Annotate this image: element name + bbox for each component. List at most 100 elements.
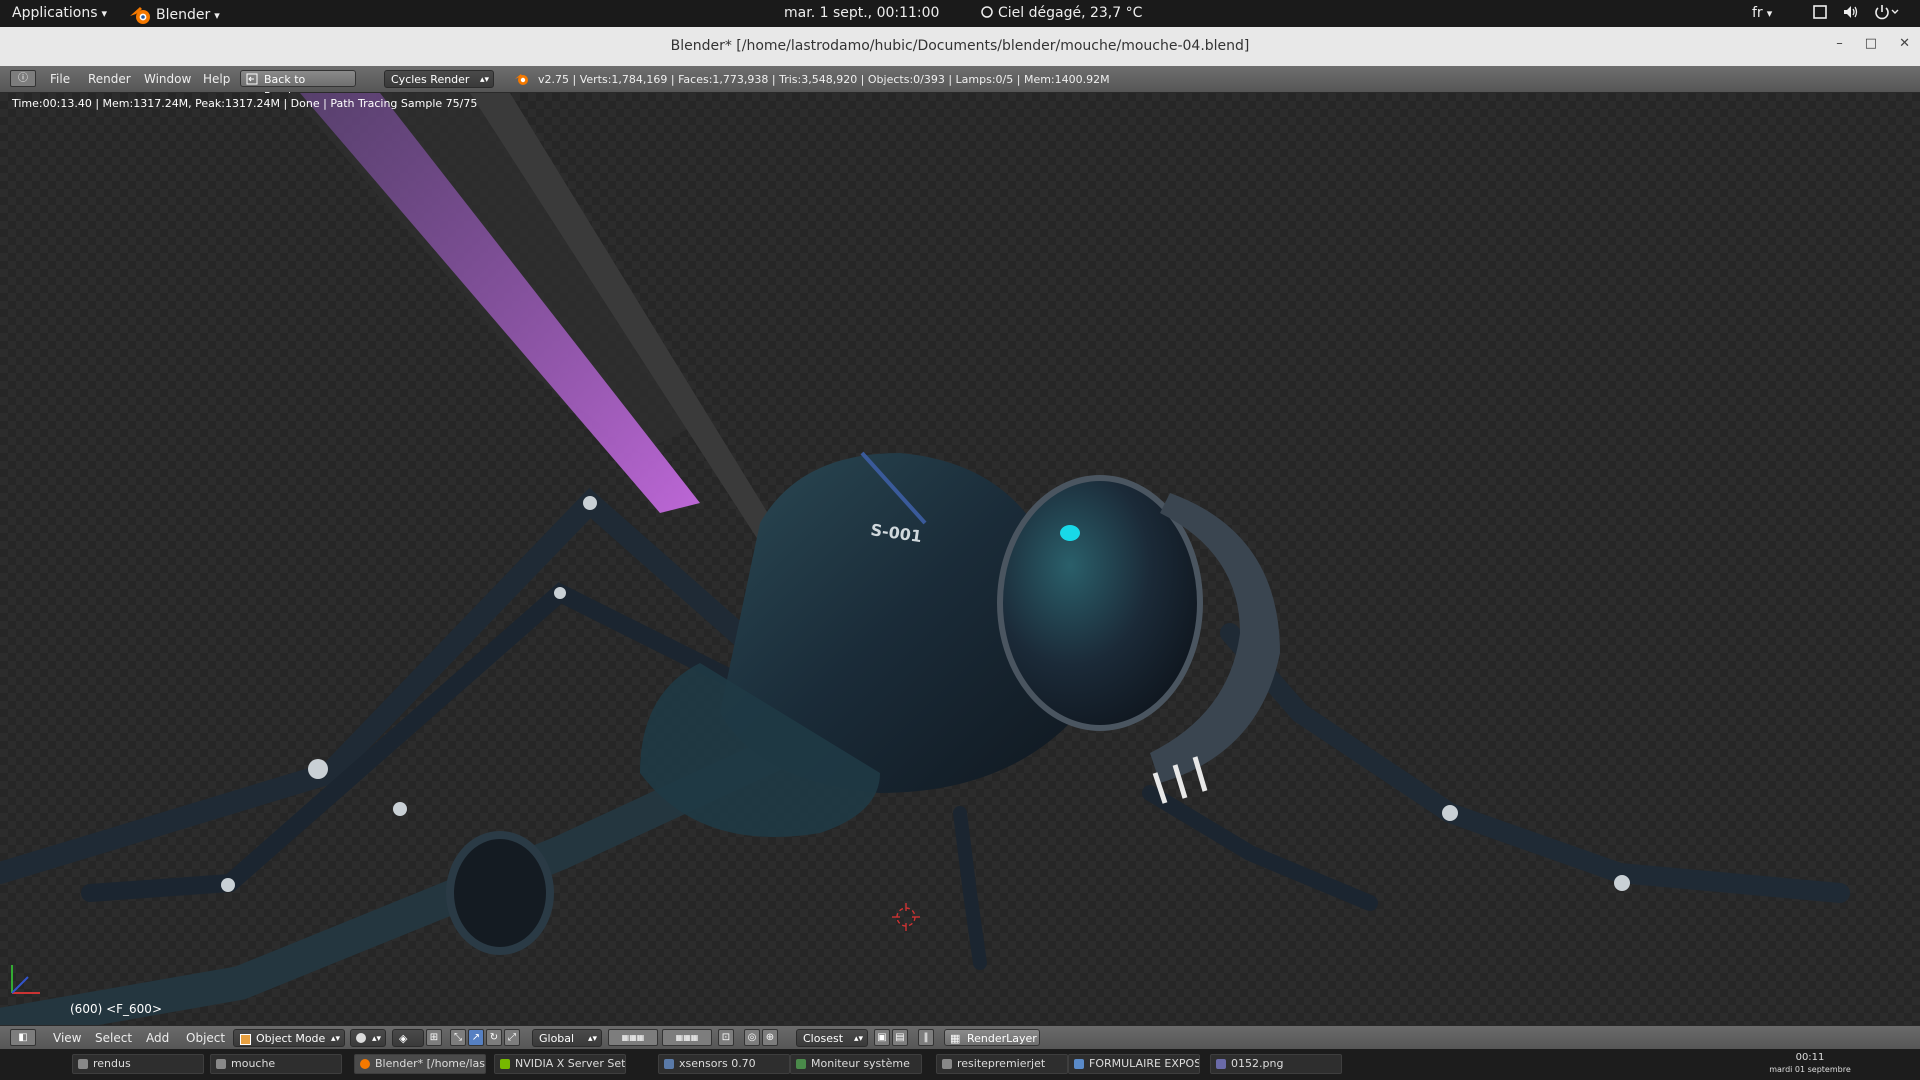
system-monitor-icon xyxy=(796,1059,806,1069)
taskbar-clock[interactable]: 00:11 mardi 01 septembre xyxy=(1760,1052,1860,1076)
task-label: mouche xyxy=(231,1057,276,1070)
task-resitepremierjet[interactable]: resitepremierjet xyxy=(936,1054,1068,1074)
folder-icon xyxy=(216,1059,226,1069)
3d-viewport[interactable]: S-001 Time:00:13.40 | Mem:1317.24M, Peak… xyxy=(0,93,1920,1025)
task-label: xsensors 0.70 xyxy=(679,1057,756,1070)
menu-window[interactable]: Window xyxy=(144,72,191,86)
document-icon xyxy=(1074,1059,1084,1069)
weather-indicator[interactable]: Ciel dégagé, 23,7 °C xyxy=(980,5,1142,21)
editor-type-icon[interactable]: ⓘ xyxy=(10,70,36,87)
task-label: NVIDIA X Server Sett... xyxy=(515,1057,626,1070)
translate-manipulator-icon[interactable]: ↗ xyxy=(468,1029,484,1046)
render-engine-label: Cycles Render xyxy=(391,73,470,86)
lock-layers-icon[interactable]: ⊡ xyxy=(718,1029,734,1046)
object-mode-select[interactable]: Object Mode ▴▾ xyxy=(233,1029,345,1047)
viewport-shading-select[interactable]: ▴▾ xyxy=(350,1029,386,1047)
updown-arrow-icon: ▴▾ xyxy=(371,1034,381,1044)
task-system-monitor[interactable]: Moniteur système xyxy=(790,1054,922,1074)
render-engine-select[interactable]: Cycles Render ▴▾ xyxy=(384,70,494,88)
window-controls: – □ ✕ xyxy=(1836,36,1910,51)
shading-sphere-icon xyxy=(356,1033,366,1043)
wheel xyxy=(446,831,554,955)
applications-menu[interactable]: Applications xyxy=(12,5,107,21)
task-rendus[interactable]: rendus xyxy=(72,1054,204,1074)
scene-statistics: v2.75 | Verts:1,784,169 | Faces:1,773,93… xyxy=(538,73,1110,86)
minimize-button[interactable]: – xyxy=(1836,36,1843,51)
layers-grid-icon[interactable]: ▦▦▦ xyxy=(662,1029,712,1046)
updown-arrow-icon: ▴▾ xyxy=(330,1034,340,1044)
file-manager-icon xyxy=(942,1059,952,1069)
3d-cursor-icon[interactable] xyxy=(892,903,920,931)
proportional-edit-icon[interactable]: ◎ xyxy=(744,1029,760,1046)
close-button[interactable]: ✕ xyxy=(1899,36,1910,51)
taskbar: rendus mouche Blender* [/home/las... NVI… xyxy=(0,1049,1920,1080)
keyboard-layout-menu[interactable]: fr xyxy=(1752,5,1772,21)
weather-label: Ciel dégagé, 23,7 °C xyxy=(998,5,1143,21)
render-layer-icon: ▦ xyxy=(950,1032,961,1045)
system-tray xyxy=(1812,4,1902,20)
weather-icon xyxy=(981,6,993,18)
window-icon[interactable] xyxy=(1812,4,1828,20)
snap-target-select[interactable]: Closest ▴▾ xyxy=(796,1029,868,1047)
task-image-viewer[interactable]: 0152.png xyxy=(1210,1054,1342,1074)
blender-logo-icon xyxy=(515,74,528,85)
menu-select[interactable]: Select xyxy=(95,1031,132,1045)
orientation-label: Global xyxy=(539,1032,575,1045)
menu-help[interactable]: Help xyxy=(203,72,230,86)
3d-view-header: ◧ View Select Add Object Object Mode ▴▾ ▴… xyxy=(0,1025,1920,1050)
task-label: Blender* [/home/las... xyxy=(375,1057,486,1070)
task-label: resitepremierjet xyxy=(957,1057,1046,1070)
window-title-bar[interactable]: Blender* [/home/lastrodamo/hubic/Documen… xyxy=(0,27,1920,67)
axis-gizmo-icon xyxy=(11,965,40,994)
render-status-text: Time:00:13.40 | Mem:1317.24M, Peak:1317.… xyxy=(12,97,478,110)
back-to-previous-button[interactable]: Back to Previous xyxy=(240,70,356,103)
maximize-button[interactable]: □ xyxy=(1865,36,1877,51)
snap-label: Closest xyxy=(803,1032,844,1045)
updown-arrow-icon: ▴▾ xyxy=(479,75,489,85)
menu-render[interactable]: Render xyxy=(88,72,131,86)
pause-render-icon[interactable]: ‖ xyxy=(918,1029,934,1046)
scale-manipulator-icon[interactable]: ⤢ xyxy=(504,1029,520,1046)
task-label: FORMULAIRE EXPOS... xyxy=(1089,1057,1200,1070)
xsensors-icon xyxy=(664,1059,674,1069)
blender-logo-icon xyxy=(130,7,150,24)
menu-add[interactable]: Add xyxy=(146,1031,169,1045)
task-mouche[interactable]: mouche xyxy=(210,1054,342,1074)
eye-highlight xyxy=(1060,525,1080,541)
snap-toggle-icon[interactable]: ⊕ xyxy=(762,1029,778,1046)
volume-icon[interactable] xyxy=(1842,4,1860,20)
task-label: 0152.png xyxy=(1231,1057,1284,1070)
menu-object[interactable]: Object xyxy=(186,1031,225,1045)
editor-type-icon[interactable]: ◧ xyxy=(10,1029,36,1046)
menu-file[interactable]: File xyxy=(50,72,70,86)
cube-icon xyxy=(240,1034,251,1045)
datetime-display[interactable]: mar. 1 sept., 00:11:00 xyxy=(784,5,939,21)
opengl-render-icon[interactable]: ▣ xyxy=(874,1029,890,1046)
updown-arrow-icon: ▴▾ xyxy=(853,1034,863,1044)
opengl-animation-icon[interactable]: ▤ xyxy=(892,1029,908,1046)
folder-icon xyxy=(78,1059,88,1069)
image-icon xyxy=(1216,1059,1226,1069)
transform-orientation-select[interactable]: Global ▴▾ xyxy=(532,1029,602,1047)
frame-info: (600) <F_600> xyxy=(70,1002,162,1016)
render-layer-button[interactable]: ▦ RenderLayer xyxy=(944,1029,1040,1046)
system-top-bar: Applications Blender mar. 1 sept., 00:11… xyxy=(0,0,1920,27)
menu-view[interactable]: View xyxy=(53,1031,81,1045)
nvidia-icon xyxy=(500,1059,510,1069)
app-menu-label: Blender xyxy=(156,7,220,23)
wing xyxy=(290,93,780,543)
task-xsensors[interactable]: xsensors 0.70 xyxy=(658,1054,790,1074)
task-nvidia[interactable]: NVIDIA X Server Sett... xyxy=(494,1054,626,1074)
task-blender[interactable]: Blender* [/home/las... xyxy=(354,1054,486,1074)
task-formulaire[interactable]: FORMULAIRE EXPOS... xyxy=(1068,1054,1200,1074)
blender-logo-icon xyxy=(360,1059,370,1069)
rotate-manipulator-icon[interactable]: ↻ xyxy=(486,1029,502,1046)
taskbar-date: mardi 01 septembre xyxy=(1769,1065,1851,1074)
app-menu[interactable]: Blender xyxy=(128,4,220,26)
limit-selection-icon[interactable]: ⊞ xyxy=(426,1029,442,1046)
layers-grid-icon[interactable]: ▦▦▦ xyxy=(608,1029,658,1046)
updown-arrow-icon: ▴▾ xyxy=(587,1034,597,1044)
manipulator-toggle-icon[interactable]: ⤡ xyxy=(450,1029,466,1046)
pivot-point-select[interactable]: ◈ xyxy=(392,1029,424,1047)
power-icon[interactable] xyxy=(1874,4,1902,20)
